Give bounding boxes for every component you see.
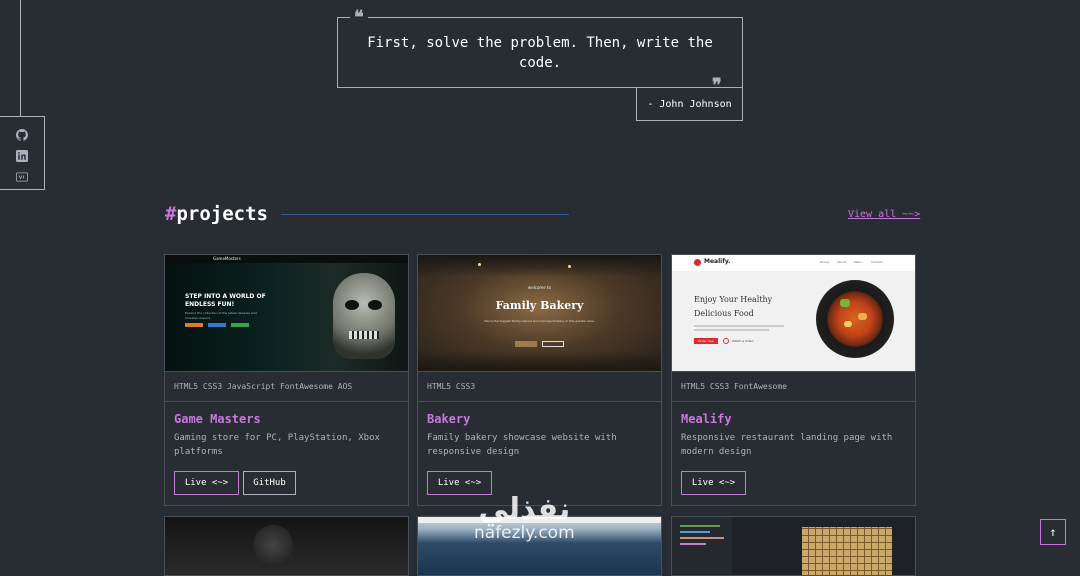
project-card-row2-3: [671, 516, 916, 576]
live-button[interactable]: Live <~>: [174, 471, 239, 495]
thumb-logo-icon: [694, 259, 701, 266]
project-card-mealify: Mealify. Home About Menu Contact Enjoy Y…: [671, 254, 916, 506]
quote-text: First, solve the problem. Then, write th…: [367, 34, 713, 71]
thumb-skull: [333, 273, 395, 359]
project-thumbnail: welcome to Family Bakery We're the bigge…: [418, 255, 661, 371]
github-button[interactable]: GitHub: [243, 471, 296, 495]
media-rail-line: [20, 0, 21, 116]
thumb-nav-menu: Menu: [854, 260, 863, 264]
project-card-row2-1: [164, 516, 409, 576]
project-title: Game Masters: [174, 412, 261, 426]
watermark-logo: نفذلي nafezly.com: [474, 492, 575, 543]
project-thumbnail: Mealify. Home About Menu Contact Enjoy Y…: [672, 255, 915, 371]
project-thumbnail: GameMasters STEP INTO A WORLD OF ENDLESS…: [165, 255, 408, 371]
quote-box: First, solve the problem. Then, write th…: [337, 17, 743, 88]
project-card-game-masters: GameMasters STEP INTO A WORLD OF ENDLESS…: [164, 254, 409, 506]
hash-symbol: #: [165, 203, 177, 225]
project-title: Mealify: [681, 412, 732, 426]
thumb-kicker: welcome to: [527, 285, 552, 290]
linkedin-icon[interactable]: [16, 147, 28, 162]
quote-author: - John Johnson: [636, 87, 743, 121]
thumb-headline: Family Bakery: [495, 299, 584, 312]
thumb-headline-1: Enjoy Your Healthy: [694, 295, 773, 304]
thumb-video-link: Watch a Video: [732, 339, 754, 343]
project-title: Bakery: [427, 412, 471, 426]
thumb-subtext: Explore the collection of the latest rel…: [185, 311, 257, 320]
thumb-nav-home: Home: [820, 260, 829, 264]
open-quote-icon: ❝: [350, 9, 368, 27]
thumb-brand: Mealify.: [704, 258, 731, 265]
tech-list: HTML5 CSS3 JavaScript FontAwesome AOS: [165, 371, 408, 402]
project-description: Gaming store for PC, PlayStation, Xbox p…: [174, 433, 380, 457]
media-links: [0, 116, 45, 190]
section-divider: [281, 214, 569, 215]
section-title: #projects: [165, 203, 268, 225]
section-title-text: projects: [176, 203, 268, 225]
thumb-cta: Order now: [694, 338, 718, 344]
tech-list: HTML5 CSS3 FontAwesome: [672, 371, 915, 402]
vercel-icon[interactable]: [16, 168, 28, 182]
watermark-arabic: نفذلي: [478, 492, 571, 527]
project-description: Family bakery showcase website with resp…: [427, 433, 617, 457]
thumb-nav-contact: Contact: [871, 260, 883, 264]
thumb-play-icon: [723, 338, 729, 344]
thumb-headline: STEP INTO A WORLD OF ENDLESS FUN!: [185, 293, 266, 308]
thumb-food-plate: [816, 280, 894, 358]
live-button[interactable]: Live <~>: [681, 471, 746, 495]
thumb-brand: GameMasters: [213, 256, 241, 261]
thumb-subtext: We're the biggest family owned and manag…: [484, 319, 595, 323]
project-card-bakery: welcome to Family Bakery We're the bigge…: [417, 254, 662, 506]
github-icon[interactable]: [16, 126, 28, 141]
project-description: Responsive restaurant landing page with …: [681, 433, 893, 457]
scroll-top-button[interactable]: ↑: [1040, 519, 1066, 545]
view-all-link[interactable]: View all ~~>: [848, 209, 920, 220]
watermark-latin: nafezly.com: [474, 523, 575, 543]
tech-list: HTML5 CSS3: [418, 371, 661, 402]
thumb-nav-about: About: [837, 260, 846, 264]
thumb-headline-2: Delicious Food: [694, 309, 754, 318]
